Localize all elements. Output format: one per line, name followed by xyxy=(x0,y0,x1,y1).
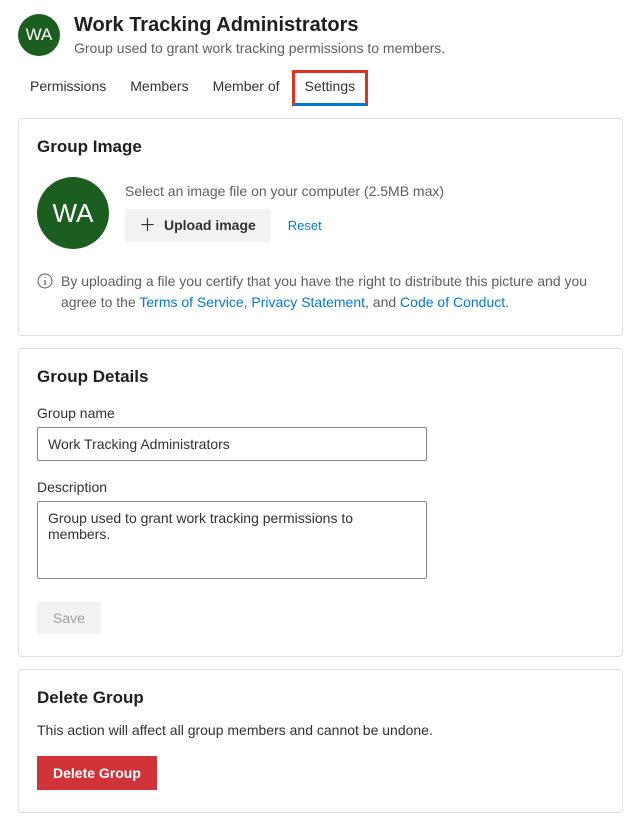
upload-image-label: Upload image xyxy=(164,217,256,233)
image-actions: Select an image file on your computer (2… xyxy=(125,183,444,242)
group-details-card: Group Details Group name Description Sav… xyxy=(18,348,623,657)
group-avatar-large: WA xyxy=(37,177,109,249)
group-image-card: Group Image WA Select an image file on y… xyxy=(18,118,623,336)
page-header: WA Work Tracking Administrators Group us… xyxy=(0,12,641,64)
terms-of-service-link[interactable]: Terms of Service xyxy=(139,294,243,310)
code-of-conduct-link[interactable]: Code of Conduct xyxy=(400,294,505,310)
tab-members[interactable]: Members xyxy=(118,70,200,106)
tab-settings[interactable]: Settings xyxy=(292,70,369,106)
plus-icon: ＋ xyxy=(139,217,156,234)
upload-image-button[interactable]: ＋ Upload image xyxy=(125,209,270,242)
upload-row: ＋ Upload image Reset xyxy=(125,209,444,242)
group-avatar: WA xyxy=(18,14,60,56)
save-button[interactable]: Save xyxy=(37,602,101,634)
upload-hint: Select an image file on your computer (2… xyxy=(125,183,444,199)
image-row: WA Select an image file on your computer… xyxy=(37,175,604,249)
reset-link[interactable]: Reset xyxy=(288,218,322,233)
info-icon xyxy=(37,273,53,289)
delete-warning: This action will affect all group member… xyxy=(37,722,604,738)
description-label: Description xyxy=(37,479,604,495)
tab-permissions[interactable]: Permissions xyxy=(18,70,118,106)
delete-group-button[interactable]: Delete Group xyxy=(37,756,157,790)
description-input[interactable] xyxy=(37,501,427,579)
delete-group-card: Delete Group This action will affect all… xyxy=(18,669,623,813)
page-title: Work Tracking Administrators xyxy=(74,12,623,38)
privacy-statement-link[interactable]: Privacy Statement xyxy=(251,294,365,310)
tabs: Permissions Members Member of Settings xyxy=(0,70,641,106)
group-image-title: Group Image xyxy=(37,137,604,157)
title-block: Work Tracking Administrators Group used … xyxy=(74,12,623,56)
group-name-input[interactable] xyxy=(37,427,427,461)
group-name-label: Group name xyxy=(37,405,604,421)
page-subtitle: Group used to grant work tracking permis… xyxy=(74,40,623,56)
delete-group-title: Delete Group xyxy=(37,688,604,708)
legal-body: By uploading a file you certify that you… xyxy=(61,271,604,313)
legal-text: By uploading a file you certify that you… xyxy=(37,271,604,313)
group-details-title: Group Details xyxy=(37,367,604,387)
tab-member-of[interactable]: Member of xyxy=(201,70,292,106)
